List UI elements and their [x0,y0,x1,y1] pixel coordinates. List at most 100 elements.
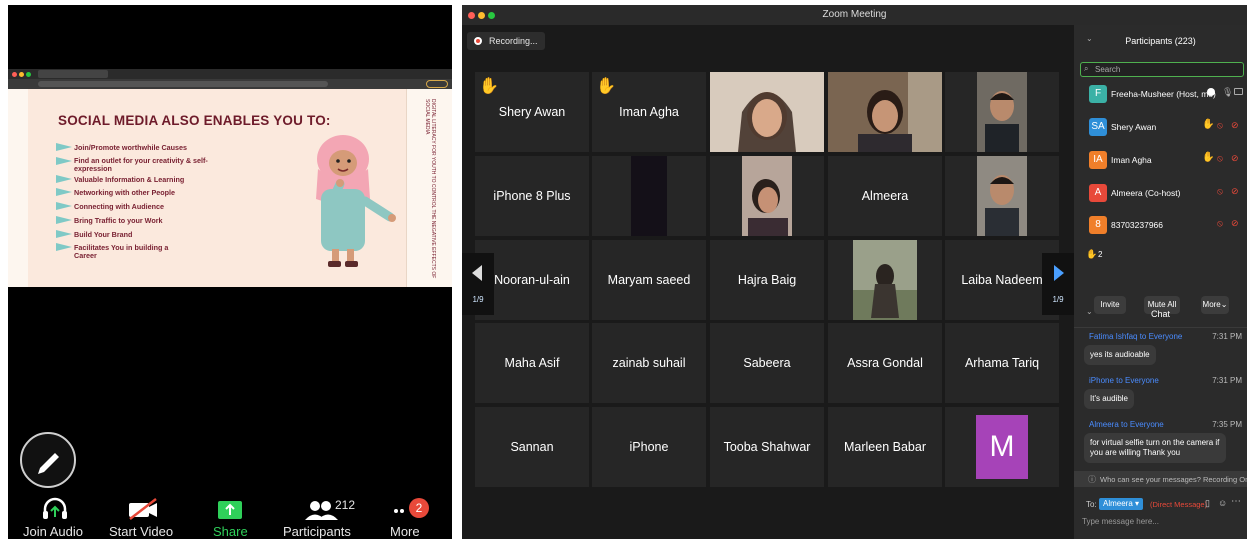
close-dot-icon [12,72,17,77]
video-feed-image [710,72,824,152]
chat-message: It's audible [1084,389,1134,409]
participant-video[interactable] [710,156,824,236]
participant-tile[interactable]: Sannan [475,407,589,487]
video-off-icon: ⊘ [1231,153,1239,163]
participant-avatar: F [1089,85,1107,103]
participant-name: Sabeera [743,356,791,370]
raised-hand-icon: ✋ [1202,119,1215,130]
more-label: More [390,524,420,539]
participant-tile[interactable]: ✋ Iman Agha [592,72,706,152]
participant-name: iPhone 8 Plus [493,189,571,203]
participants-search-input[interactable]: ⌕ Search [1080,62,1244,77]
privacy-bar[interactable]: ⓘ Who can see your messages? Recording O… [1074,471,1247,487]
file-icon[interactable]: ▯ [1205,498,1210,509]
participant-name: Arhama Tariq [964,356,1040,370]
participant-tile[interactable]: ✋ Shery Awan [475,72,589,152]
participant-tile[interactable]: zainab suhail [592,323,706,403]
next-page-button[interactable]: 1/9 [1042,253,1074,315]
participant-video[interactable] [828,240,942,320]
browser-url-bar [8,79,452,89]
video-feed-image [977,156,1027,236]
share-screen-icon [218,501,242,519]
join-audio-button[interactable] [40,495,70,524]
participants-header: Participants (223) [1125,36,1196,46]
chat-message: for virtual selfie turn on the camera if… [1084,433,1226,463]
participant-tile[interactable]: Assra Gondal [828,323,942,403]
video-feed-image [853,240,917,320]
more-badge: 2 [409,498,429,518]
window-title: Zoom Meeting [822,9,887,20]
close-window-icon[interactable] [468,12,475,19]
participant-name: Freeha-Musheer (Host, me) [1111,89,1216,99]
chat-time: 7:31 PM [1212,332,1242,341]
maximize-dot-icon [26,72,31,77]
participant-tile[interactable]: Marleen Babar [828,407,942,487]
participant-name: Assra Gondal [847,356,923,370]
emoji-icon[interactable]: ☺ [1218,498,1227,508]
participant-tile[interactable]: Maryam saeed [592,240,706,320]
share-label: Share [213,524,248,539]
chat-input[interactable]: Type message here... [1082,517,1240,533]
chat-header: Chat [1150,309,1170,319]
participant-tile[interactable]: Arhama Tariq [945,323,1059,403]
camera-icon [1234,88,1243,95]
record-icon [474,37,482,45]
participant-video[interactable] [945,156,1059,236]
participant-name: Almeera (Co-host) [1111,188,1181,198]
to-label: To: [1086,500,1097,509]
participant-tile[interactable]: Almeera [828,156,942,236]
video-off-icon: ⊘ [1231,186,1239,196]
browser-tab-bar [8,69,452,79]
participant-tile[interactable]: iPhone 8 Plus [475,156,589,236]
participant-tile[interactable]: Hajra Baig [710,240,824,320]
previous-page-button[interactable]: 1/9 [462,253,494,315]
page-indicator: 1/9 [1052,295,1064,304]
side-panel: ⌄ Participants (223) ⌕ Search F Freeha-M… [1074,25,1247,539]
start-video-button[interactable] [126,495,160,524]
window-titlebar: Zoom Meeting [462,5,1247,25]
slide-bullet: Connecting with Audience [74,202,164,211]
participant-avatar: IA [1089,151,1107,169]
minimize-window-icon[interactable] [478,12,485,19]
participant-name: Almeera [861,189,909,203]
bullet-arrow-icon [56,230,72,238]
search-placeholder: Search [1095,65,1121,74]
participant-tile[interactable]: Tooba Shahwar [710,407,824,487]
share-button[interactable] [215,495,245,524]
raised-hand-icon: ✋ [596,78,616,95]
participants-count: 212 [335,498,356,512]
raised-hand-icon: ✋ [479,78,499,95]
hijab-girl-illustration [316,135,396,267]
participant-video[interactable] [592,156,706,236]
participant-tile[interactable]: iPhone [592,407,706,487]
video-feed-image [828,72,942,152]
slide-bullet: Valuable Information & Learning [74,175,185,184]
recording-indicator[interactable]: Recording... [467,32,545,50]
participant-video[interactable] [710,72,824,152]
participant-video[interactable] [945,72,1059,152]
participant-tile[interactable]: Maha Asif [475,323,589,403]
participant-name: Tooba Shahwar [723,440,811,454]
participant-tile[interactable]: M [945,407,1059,487]
annotate-button[interactable] [20,432,76,488]
participant-name: 83703237966 [1111,220,1164,230]
bullet-arrow-icon [56,243,72,251]
start-video-label: Start Video [109,524,174,539]
participant-video[interactable] [828,72,942,152]
maximize-window-icon[interactable] [488,12,495,19]
slide-bullet: Find an outlet for your creativity & sel… [74,156,208,173]
participant-name: Maryam saeed [607,273,691,287]
url-field [38,81,328,87]
caret-down-icon: ▾ [1132,499,1140,508]
share-status-icon [1207,88,1215,96]
recipient-select[interactable]: Almeera ▾ [1099,498,1144,510]
chat-sender: Fatima Ishfaq to Everyone [1089,332,1183,341]
phone-screen: SOCIAL MEDIA ALSO ENABLES YOU TO: Join/P… [8,5,452,539]
bullet-arrow-icon [56,188,72,196]
browser-tab [38,70,108,78]
participant-tile[interactable]: Sabeera [710,323,824,403]
more-chat-options-icon[interactable]: ⋯ [1231,496,1241,507]
recording-label: Recording... [489,36,538,46]
participant-name: Hajra Baig [737,273,797,287]
bullet-arrow-icon [56,143,72,151]
